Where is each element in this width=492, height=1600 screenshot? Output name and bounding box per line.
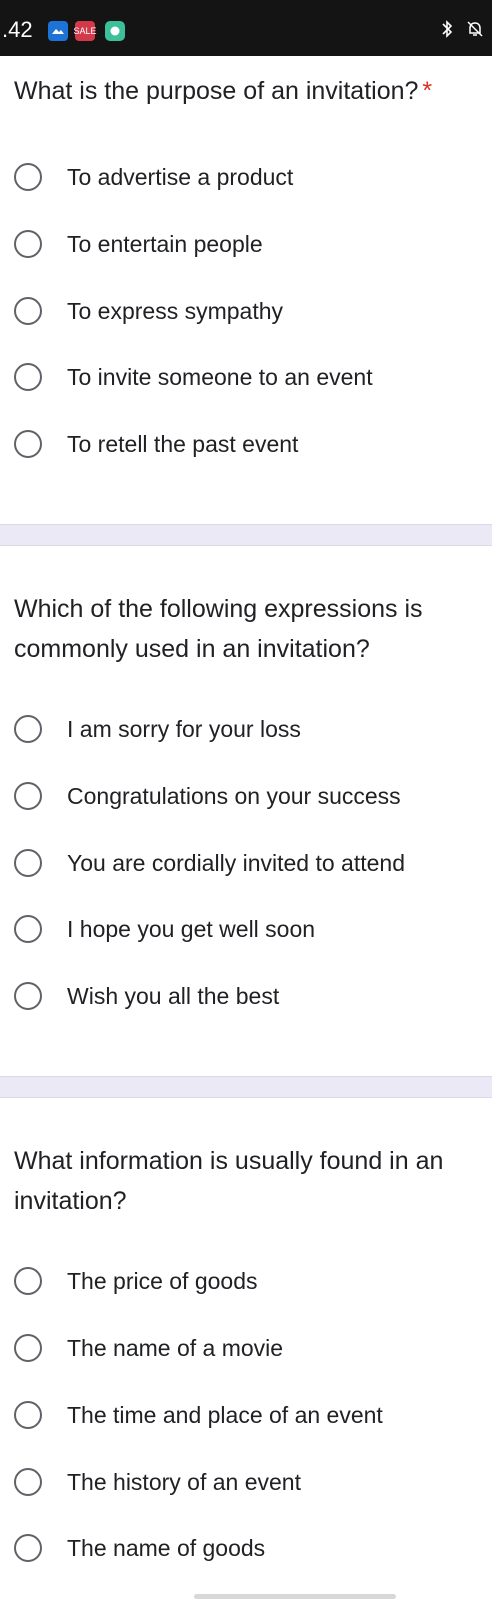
question-2-option-4[interactable]: I hope you get well soon <box>14 909 315 949</box>
radio-button-icon[interactable] <box>14 715 42 743</box>
option-label: The price of goods <box>67 1267 258 1294</box>
sale-app-icon: SALE <box>73 21 97 41</box>
question-2-option-1[interactable]: I am sorry for your loss <box>14 709 301 749</box>
radio-button-icon[interactable] <box>14 1267 42 1295</box>
radio-button-icon[interactable] <box>14 1334 42 1362</box>
question-3-option-2[interactable]: The name of a movie <box>14 1328 283 1368</box>
option-label: The name of a movie <box>67 1334 284 1361</box>
question-3-title: What information is usually found in an … <box>14 1141 484 1221</box>
status-bar: .42 SALE <box>0 0 492 56</box>
question-divider <box>0 524 492 546</box>
radio-button-icon[interactable] <box>14 782 42 810</box>
option-label: To advertise a product <box>67 163 294 190</box>
option-label: I hope you get well soon <box>67 915 316 942</box>
radio-button-icon[interactable] <box>14 230 42 258</box>
radio-button-icon[interactable] <box>14 915 42 943</box>
option-label: The time and place of an event <box>67 1401 383 1428</box>
question-2-option-5[interactable]: Wish you all the best <box>14 976 279 1016</box>
bell-muted-icon <box>466 19 484 44</box>
question-1-option-1[interactable]: To advertise a product <box>14 157 293 197</box>
radio-button-icon[interactable] <box>14 982 42 1010</box>
question-3-option-4[interactable]: The history of an event <box>14 1462 301 1502</box>
radio-button-icon[interactable] <box>14 1534 42 1562</box>
option-label: To retell the past event <box>67 430 299 457</box>
radio-button-icon[interactable] <box>14 163 42 191</box>
radio-button-icon[interactable] <box>14 297 42 325</box>
option-label: The history of an event <box>67 1468 301 1495</box>
radio-button-icon[interactable] <box>14 849 42 877</box>
question-2-title: Which of the following expressions is co… <box>14 589 484 669</box>
option-label: To invite someone to an event <box>67 363 373 390</box>
question-1-option-5[interactable]: To retell the past event <box>14 424 298 464</box>
sale-icon-text: SALE <box>73 26 97 36</box>
radio-button-icon[interactable] <box>14 1468 42 1496</box>
status-time: .42 <box>2 17 33 42</box>
question-divider <box>0 1076 492 1098</box>
option-label: Wish you all the best <box>67 982 280 1009</box>
question-3-option-3[interactable]: The time and place of an event <box>14 1395 383 1435</box>
option-label: To express sympathy <box>67 297 284 324</box>
question-1-option-2[interactable]: To entertain people <box>14 224 263 264</box>
question-3-option-1[interactable]: The price of goods <box>14 1261 258 1301</box>
question-1-text: What is the purpose of an invitation? <box>14 77 419 105</box>
question-2-text: Which of the following expressions is co… <box>14 595 423 663</box>
question-3-text: What information is usually found in an … <box>14 1147 444 1215</box>
required-asterisk: * <box>422 77 433 105</box>
question-3-option-5[interactable]: The name of goods <box>14 1528 265 1568</box>
radio-button-icon[interactable] <box>14 1401 42 1429</box>
radio-button-icon[interactable] <box>14 363 42 391</box>
question-1-title: What is the purpose of an invitation? * <box>14 71 484 111</box>
status-right-icons <box>440 19 484 44</box>
question-2-option-2[interactable]: Congratulations on your success <box>14 776 401 816</box>
question-2-option-3[interactable]: You are cordially invited to attend <box>14 843 405 883</box>
chat-app-icon <box>105 21 125 41</box>
home-indicator[interactable] <box>194 1594 396 1599</box>
option-label: The name of goods <box>67 1534 266 1561</box>
option-label: You are cordially invited to attend <box>67 849 405 876</box>
question-1-option-3[interactable]: To express sympathy <box>14 291 283 331</box>
question-1-option-4[interactable]: To invite someone to an event <box>14 357 373 397</box>
bluetooth-icon <box>440 19 454 44</box>
option-label: To entertain people <box>67 230 263 257</box>
option-label: Congratulations on your success <box>67 782 401 809</box>
option-label: I am sorry for your loss <box>67 715 301 742</box>
weather-app-icon <box>48 21 68 41</box>
radio-button-icon[interactable] <box>14 430 42 458</box>
